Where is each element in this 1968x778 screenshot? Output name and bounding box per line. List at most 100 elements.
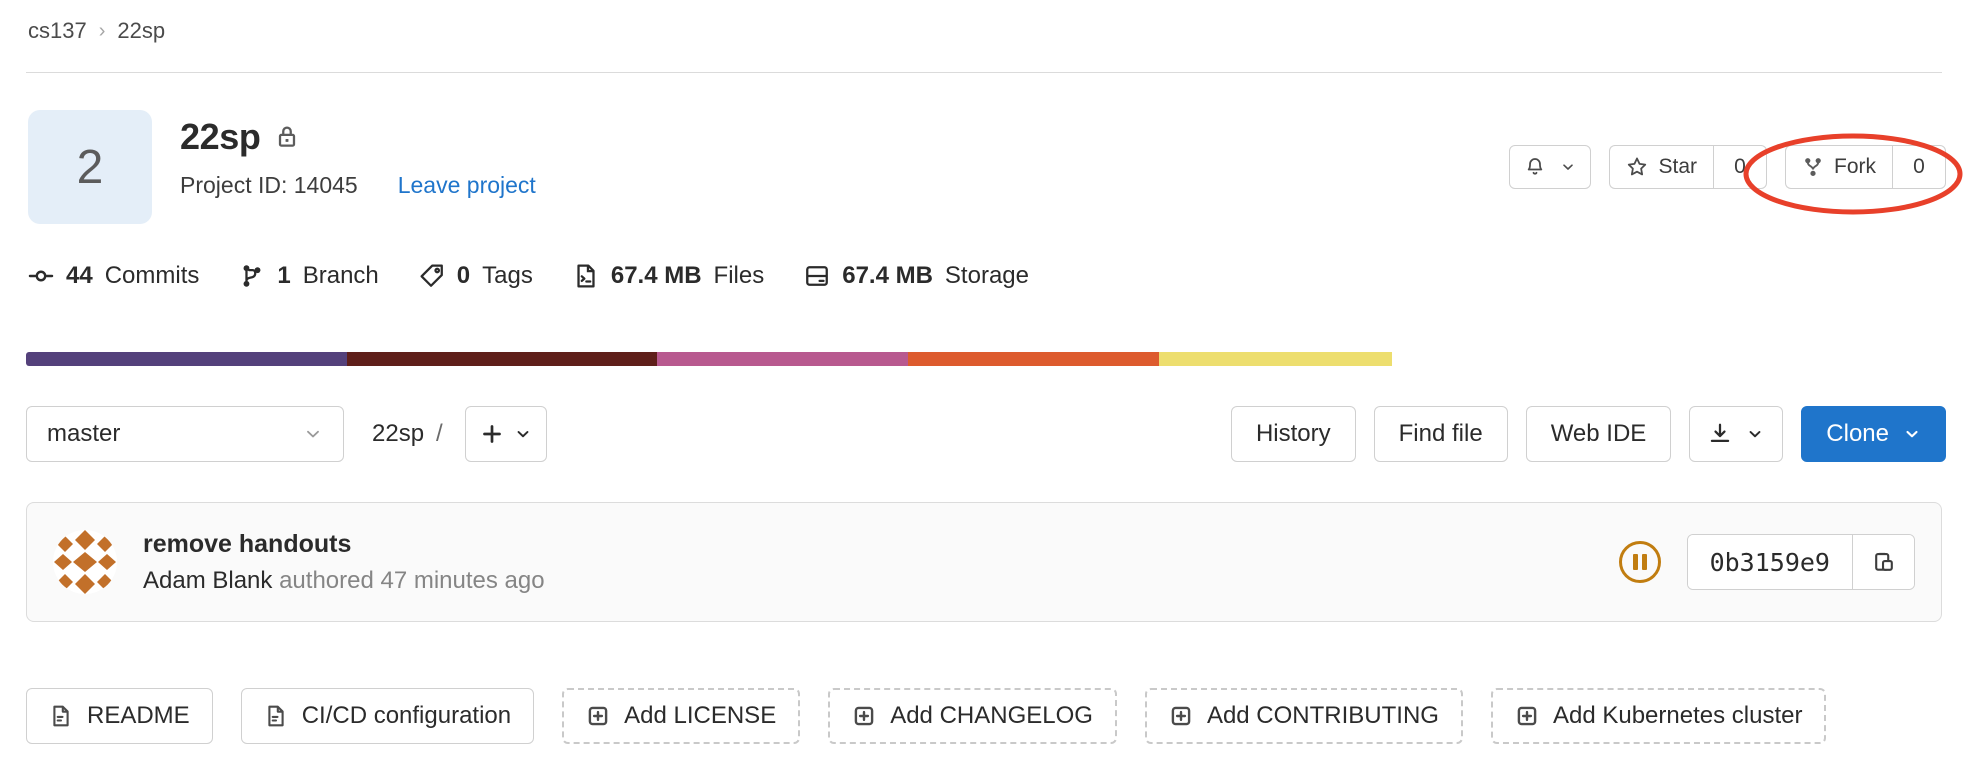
- project-subtitle-row: Project ID: 14045 Leave project: [180, 172, 536, 199]
- star-count[interactable]: 0: [1713, 145, 1767, 189]
- language-bar: [26, 352, 1742, 366]
- project-header-actions: Star 0 Fork 0: [1509, 145, 1946, 189]
- leave-project-link[interactable]: Leave project: [398, 172, 536, 199]
- language-bar-segment-3[interactable]: [908, 352, 1159, 366]
- file-shortcut-button-0[interactable]: README: [26, 688, 213, 744]
- language-bar-segment-0[interactable]: [26, 352, 347, 366]
- lock-icon: [274, 123, 300, 151]
- stat-tags[interactable]: 0 Tags: [419, 262, 533, 290]
- notification-dropdown-button[interactable]: [1509, 145, 1592, 189]
- stat-files[interactable]: 67.4 MB Files: [573, 262, 764, 290]
- file-shortcut-label: Add CHANGELOG: [890, 702, 1093, 729]
- fork-icon: [1802, 156, 1824, 178]
- chevron-down-icon: [1903, 425, 1921, 443]
- header-divider: [26, 72, 1942, 73]
- commit-icon: [28, 263, 54, 289]
- file-icon: [49, 704, 73, 728]
- stat-tags-label: Tags: [482, 262, 533, 289]
- stat-storage-value: 67.4 MB: [842, 262, 933, 289]
- tag-icon: [419, 263, 445, 289]
- files-icon: [573, 263, 599, 289]
- branch-selector[interactable]: master: [26, 406, 344, 462]
- find-file-button-label: Find file: [1398, 420, 1483, 447]
- language-bar-segment-4[interactable]: [1158, 352, 1392, 366]
- project-id-label: Project ID: 14045: [180, 172, 358, 198]
- project-avatar: 2: [28, 110, 152, 224]
- language-bar-segment-2[interactable]: [657, 352, 909, 366]
- breadcrumb-group[interactable]: cs137: [28, 18, 87, 44]
- stat-storage-label: Storage: [944, 262, 1029, 289]
- history-button-label: History: [1255, 420, 1331, 447]
- web-ide-button[interactable]: Web IDE: [1525, 406, 1672, 462]
- branch-selector-label: master: [47, 420, 121, 447]
- file-shortcut-button-5[interactable]: Add Kubernetes cluster: [1490, 688, 1827, 744]
- star-icon: [1626, 156, 1648, 178]
- chevron-down-icon: [1746, 425, 1764, 443]
- fork-button-label: Fork: [1834, 155, 1876, 178]
- history-button[interactable]: History: [1230, 406, 1356, 462]
- stat-branches-value: 1: [277, 262, 291, 289]
- file-shortcut-label: Add LICENSE: [624, 702, 777, 729]
- add-to-tree-button[interactable]: [464, 406, 547, 462]
- file-shortcut-label: Add Kubernetes cluster: [1552, 702, 1803, 729]
- stat-tags-value: 0: [456, 262, 471, 289]
- star-button-label: Star: [1658, 155, 1697, 178]
- commit-sha-group: 0b3159e9: [1686, 534, 1915, 590]
- page-title: 22sp: [180, 116, 261, 157]
- project-title-row: 22sp: [180, 116, 536, 158]
- breadcrumb-project[interactable]: 22sp: [117, 18, 165, 44]
- file-shortcut-label: Add CONTRIBUTING: [1206, 702, 1439, 729]
- stat-branches-label: Branch: [302, 262, 379, 289]
- clone-button[interactable]: Clone: [1801, 406, 1946, 462]
- storage-icon: [804, 263, 830, 289]
- repo-file-shortcuts: README CI/CD configuration Add LICENSE A…: [26, 688, 1827, 744]
- commit-actions: 0b3159e9: [1618, 534, 1915, 590]
- repository-toolbar: master 22sp / History Find file Web IDE …: [26, 406, 1946, 462]
- commit-sha[interactable]: 0b3159e9: [1687, 535, 1852, 589]
- commit-title[interactable]: remove handouts: [143, 530, 545, 559]
- stat-branches[interactable]: 1 Branch: [239, 262, 379, 290]
- chevron-down-icon: [514, 425, 532, 443]
- plus-square-icon: [852, 704, 876, 728]
- repo-path-root[interactable]: 22sp: [372, 420, 424, 448]
- commit-byline: Adam Blank authored 47 minutes ago: [143, 567, 545, 595]
- fork-button[interactable]: Fork: [1785, 145, 1892, 189]
- file-shortcut-button-1[interactable]: CI/CD configuration: [240, 688, 535, 744]
- download-dropdown-button[interactable]: [1689, 406, 1784, 462]
- fork-count[interactable]: 0: [1892, 145, 1946, 189]
- breadcrumb: cs137 › 22sp: [28, 18, 165, 44]
- project-overview-page: cs137 › 22sp 2 22sp Project ID: 14045 Le…: [0, 0, 1968, 778]
- stat-commits[interactable]: 44 Commits: [28, 262, 199, 290]
- copy-icon[interactable]: [1852, 535, 1914, 589]
- file-shortcut-button-4[interactable]: Add CONTRIBUTING: [1144, 688, 1463, 744]
- project-avatar-initial: 2: [76, 140, 104, 194]
- file-shortcut-button-3[interactable]: Add CHANGELOG: [828, 688, 1117, 744]
- pipeline-pending-icon[interactable]: [1618, 541, 1661, 583]
- fork-count-value: 0: [1913, 155, 1925, 178]
- repo-path-breadcrumb: 22sp /: [372, 420, 443, 448]
- find-file-button[interactable]: Find file: [1373, 406, 1508, 462]
- clone-button-label: Clone: [1826, 420, 1889, 447]
- file-shortcut-label: README: [87, 702, 190, 729]
- project-meta: 22sp Project ID: 14045 Leave project: [180, 110, 536, 224]
- file-shortcut-label: CI/CD configuration: [301, 702, 512, 729]
- fork-button-group: Fork 0: [1785, 145, 1946, 189]
- plus-square-icon: [1169, 704, 1193, 728]
- repo-path-separator: /: [436, 420, 443, 447]
- language-bar-segment-1[interactable]: [346, 352, 658, 366]
- bell-icon: [1524, 156, 1546, 178]
- chevron-down-icon: [303, 424, 323, 444]
- file-shortcut-button-2[interactable]: Add LICENSE: [562, 688, 801, 744]
- commit-timestamp: authored 47 minutes ago: [279, 566, 545, 594]
- star-count-value: 0: [1734, 155, 1746, 178]
- star-button[interactable]: Star: [1609, 145, 1713, 189]
- commit-author[interactable]: Adam Blank: [143, 567, 272, 594]
- avatar[interactable]: [53, 530, 117, 594]
- stat-files-value: 67.4 MB: [610, 262, 702, 289]
- stat-commits-label: Commits: [104, 262, 200, 289]
- commit-info: remove handouts Adam Blank authored 47 m…: [143, 530, 545, 595]
- stat-commits-value: 44: [66, 262, 93, 289]
- chevron-right-icon: ›: [98, 19, 106, 42]
- project-stats: 44 Commits 1 Branch 0 Tags 67.4 MB Files…: [28, 262, 1029, 290]
- stat-files-label: Files: [713, 262, 765, 289]
